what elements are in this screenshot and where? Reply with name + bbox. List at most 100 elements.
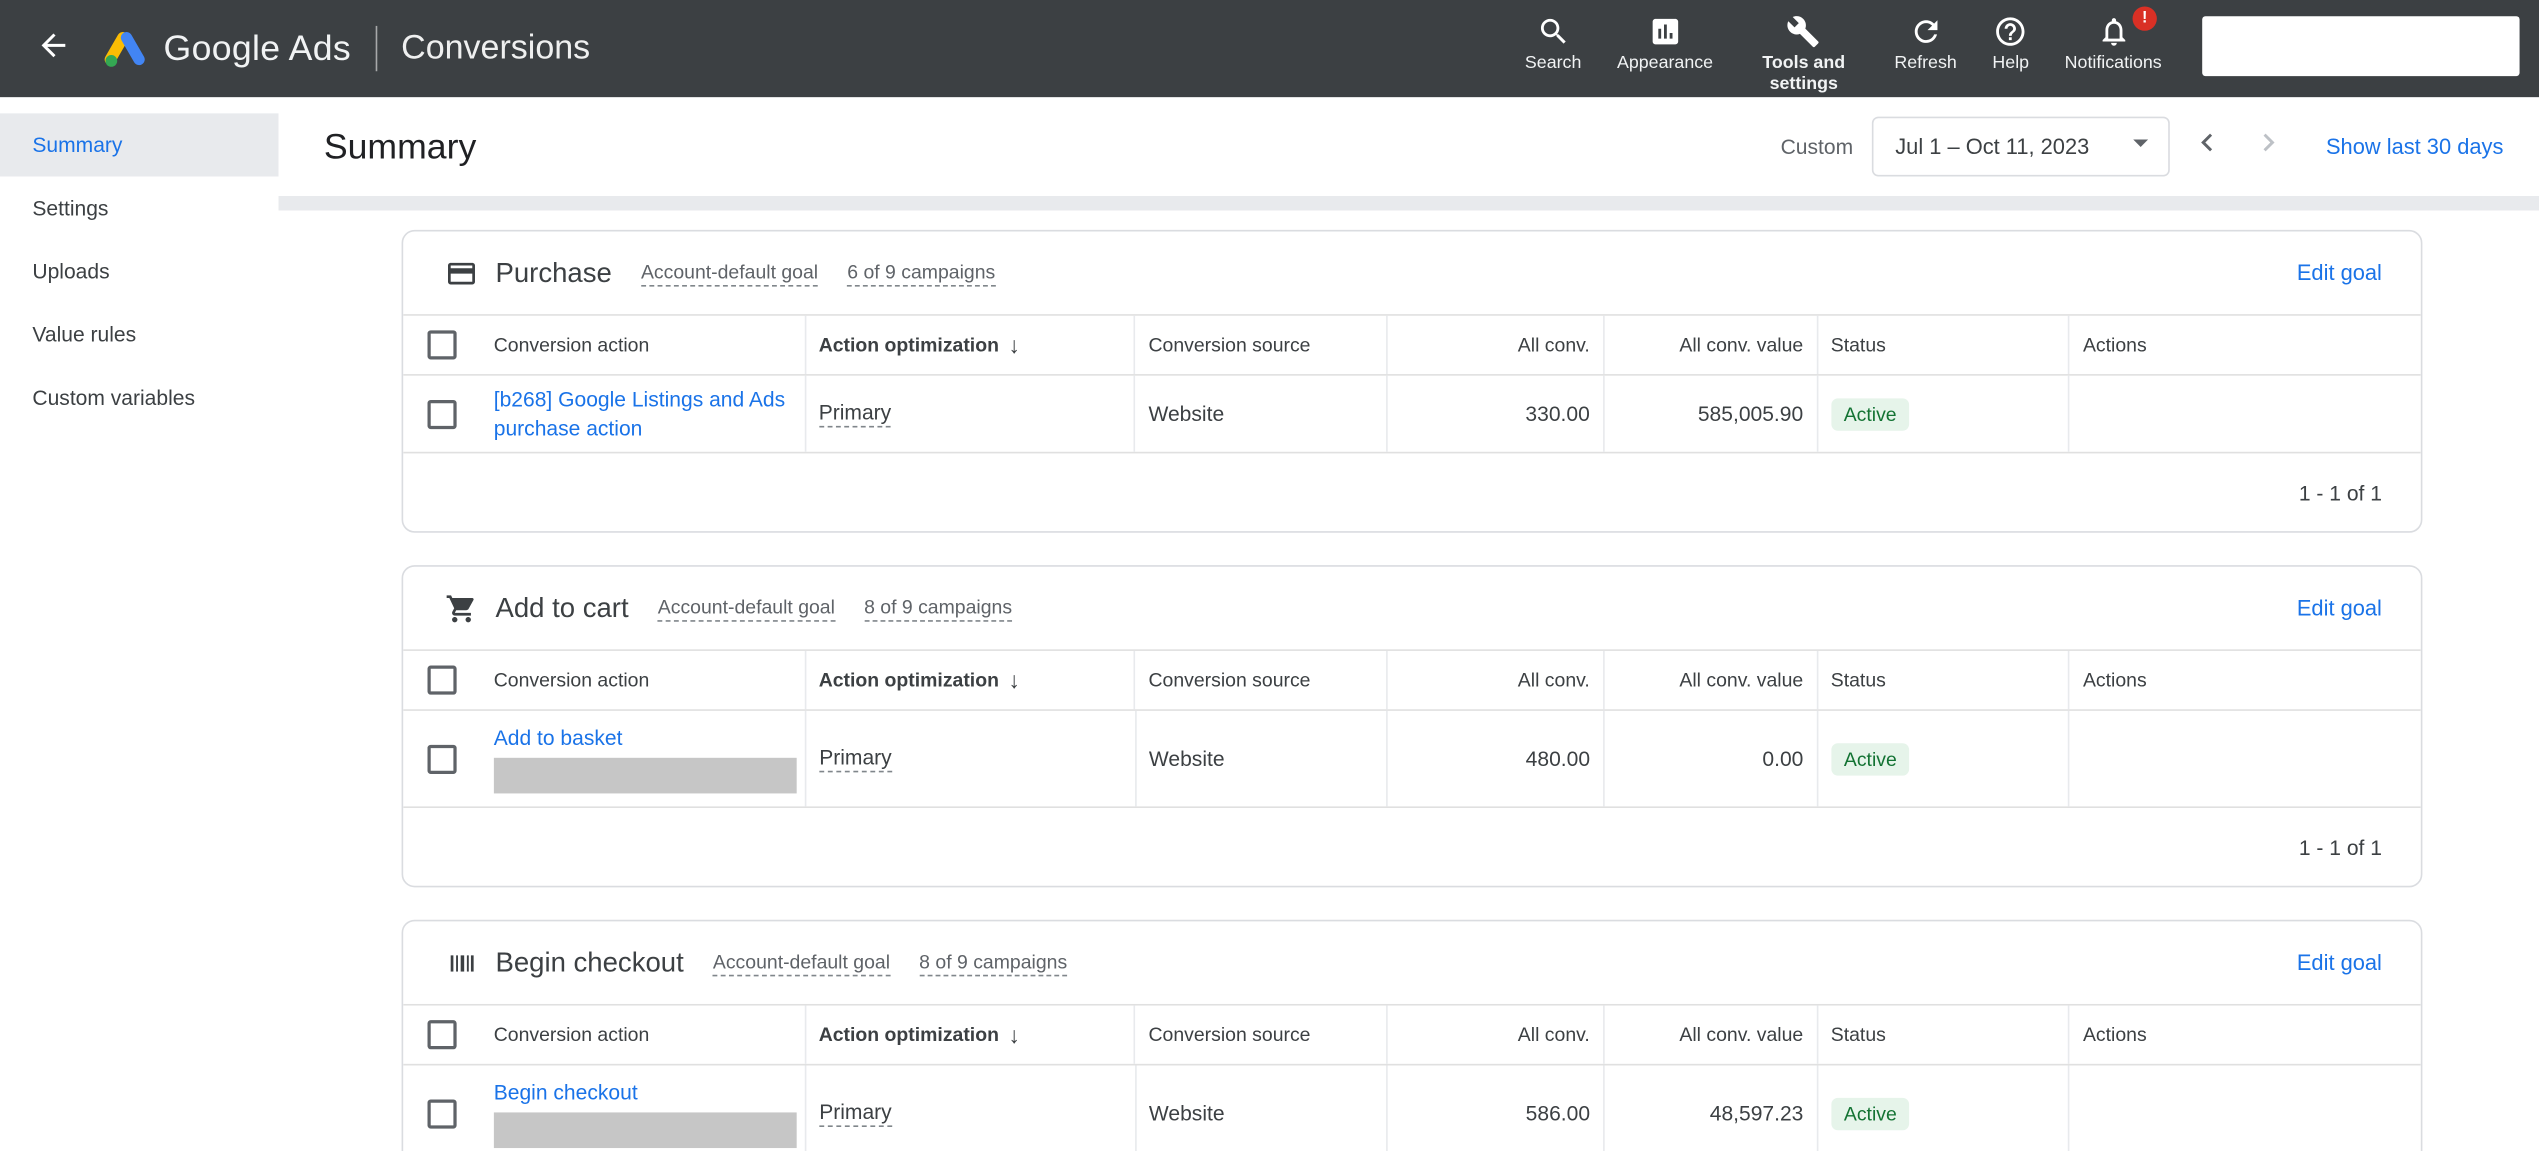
sidebar-item-value-rules[interactable]: Value rules <box>0 303 279 366</box>
column-header-conversion-source[interactable]: Conversion source <box>1134 1006 1386 1064</box>
column-header-action-optimization[interactable]: Action optimization↓ <box>804 316 1134 374</box>
search-button[interactable]: Search <box>1507 11 1599 74</box>
sort-descending-icon: ↓ <box>1009 667 1020 693</box>
column-header-conversion-action[interactable]: Conversion action <box>481 1006 804 1064</box>
previous-period-button[interactable] <box>2187 125 2229 167</box>
column-header-conversion-source[interactable]: Conversion source <box>1134 316 1386 374</box>
column-header-actions[interactable]: Actions <box>2068 316 2420 374</box>
purchase-icon <box>445 257 477 289</box>
edit-goal-link[interactable]: Edit goal <box>2297 261 2382 285</box>
column-header-action-optimization[interactable]: Action optimization ↓ <box>804 1006 1134 1064</box>
help-icon <box>1994 11 2028 50</box>
table-row: Begin checkout Primary Website 586.00 48… <box>403 1065 2421 1151</box>
status-badge: Active <box>1831 742 1910 774</box>
goal-campaigns-link[interactable]: 6 of 9 campaigns <box>847 260 995 286</box>
conversion-action-link[interactable]: [b268] Google Listings and Ads purchase … <box>494 385 791 442</box>
wrench-icon <box>1787 11 1821 50</box>
goal-campaigns-link[interactable]: 8 of 9 campaigns <box>919 950 1067 976</box>
redacted-text-block <box>494 1113 797 1149</box>
column-header-all-conv[interactable]: All conv. <box>1386 1006 1603 1064</box>
pagination-row: 1 - 1 of 1 <box>403 808 2421 886</box>
sort-descending-icon: ↓ <box>1009 1022 1020 1048</box>
status-cell: Active <box>1816 1065 2068 1151</box>
notifications-button[interactable]: ! Notifications <box>2047 11 2180 74</box>
select-all-checkbox[interactable] <box>427 330 456 359</box>
goal-name: Add to cart <box>495 592 628 624</box>
actions-cell <box>2068 376 2420 452</box>
optimization-cell: Primary <box>805 711 1135 807</box>
column-header-conversion-action[interactable]: Conversion action <box>481 316 804 374</box>
column-header-actions[interactable]: Actions <box>2068 651 2420 709</box>
goal-type-label[interactable]: Account-default goal <box>641 260 818 286</box>
topbar-divider <box>375 26 377 71</box>
select-all-checkbox[interactable] <box>427 666 456 695</box>
sidebar-item-summary[interactable]: Summary <box>0 113 279 176</box>
all-conv-cell: 480.00 <box>1386 711 1603 807</box>
column-header-conversion-source[interactable]: Conversion source <box>1134 651 1386 709</box>
table-header-row: Conversion action Action optimization↓ C… <box>403 314 2421 376</box>
conversion-action-link[interactable]: Add to basket <box>494 723 797 751</box>
sidebar-item-settings[interactable]: Settings <box>0 176 279 239</box>
appearance-label: Appearance <box>1617 53 1713 74</box>
goal-type-label[interactable]: Account-default goal <box>658 595 835 621</box>
goal-type-label[interactable]: Account-default goal <box>713 950 890 976</box>
column-header-action-optimization[interactable]: Action optimization↓ <box>804 651 1134 709</box>
topbar: Google Ads Conversions Search Appearance <box>0 0 2539 97</box>
show-last-30-days-link[interactable]: Show last 30 days <box>2326 134 2503 158</box>
actions-cell <box>2068 1065 2420 1151</box>
sidebar: Summary Settings Uploads Value rules Cus… <box>0 97 279 1151</box>
column-header-status[interactable]: Status <box>1816 651 2068 709</box>
edit-goal-link[interactable]: Edit goal <box>2297 596 2382 620</box>
optimization-value[interactable]: Primary <box>819 1099 892 1127</box>
checkout-barcode-icon <box>445 946 477 978</box>
optimization-value[interactable]: Primary <box>819 745 892 773</box>
source-cell: Website <box>1134 1065 1386 1151</box>
column-header-status[interactable]: Status <box>1816 1006 2068 1064</box>
status-badge: Active <box>1831 398 1910 430</box>
column-header-all-conv[interactable]: All conv. <box>1386 316 1603 374</box>
goal-campaigns-link[interactable]: 8 of 9 campaigns <box>864 595 1012 621</box>
appearance-button[interactable]: Appearance <box>1599 11 1731 74</box>
chevron-right-icon <box>2251 125 2287 169</box>
row-checkbox[interactable] <box>427 744 456 773</box>
conversion-action-link[interactable]: Begin checkout <box>494 1078 797 1106</box>
table-row: Add to basket Primary Website 480.00 0.0… <box>403 711 2421 808</box>
redacted-text-block <box>494 758 797 794</box>
edit-goal-link[interactable]: Edit goal <box>2297 951 2382 975</box>
all-conv-cell: 330.00 <box>1386 376 1603 452</box>
row-checkbox[interactable] <box>427 1099 456 1128</box>
select-all-checkbox[interactable] <box>427 1020 456 1049</box>
page-title: Summary <box>324 125 476 167</box>
account-info-redacted <box>2202 16 2519 76</box>
column-header-label: Action optimization <box>819 1023 999 1046</box>
column-header-conversion-action[interactable]: Conversion action <box>481 651 804 709</box>
sidebar-item-uploads[interactable]: Uploads <box>0 240 279 303</box>
all-conv-value-cell: 0.00 <box>1603 711 1816 807</box>
back-button[interactable] <box>32 28 74 70</box>
help-button[interactable]: Help <box>1975 11 2047 74</box>
sidebar-item-custom-variables[interactable]: Custom variables <box>0 366 279 429</box>
column-header-status[interactable]: Status <box>1816 316 2068 374</box>
date-mode-label: Custom <box>1781 134 1854 158</box>
column-header-all-conv-value[interactable]: All conv. value <box>1603 316 1816 374</box>
status-badge: Active <box>1831 1097 1910 1129</box>
conversion-action-cell: [b268] Google Listings and Ads purchase … <box>481 376 804 452</box>
next-period-button[interactable] <box>2248 125 2290 167</box>
column-header-all-conv-value[interactable]: All conv. value <box>1603 651 1816 709</box>
refresh-button[interactable]: Refresh <box>1877 11 1975 74</box>
tools-and-settings-button[interactable]: Tools and settings <box>1731 11 1877 96</box>
goal-card-header: Begin checkout Account-default goal 8 of… <box>403 921 2421 1004</box>
goal-card-header: Purchase Account-default goal 6 of 9 cam… <box>403 232 2421 315</box>
column-header-all-conv-value[interactable]: All conv. value <box>1603 1006 1816 1064</box>
goal-card-purchase: Purchase Account-default goal 6 of 9 cam… <box>402 230 2423 533</box>
row-checkbox[interactable] <box>427 399 456 428</box>
date-range-dropdown[interactable]: Jul 1 – Oct 11, 2023 <box>1873 117 2171 177</box>
all-conv-value-cell: 48,597.23 <box>1603 1065 1816 1151</box>
table-header-row: Conversion action Action optimization ↓ C… <box>403 1004 2421 1066</box>
table-row: [b268] Google Listings and Ads purchase … <box>403 376 2421 454</box>
column-header-actions[interactable]: Actions <box>2068 1006 2420 1064</box>
column-header-all-conv[interactable]: All conv. <box>1386 651 1603 709</box>
optimization-value[interactable]: Primary <box>819 400 892 428</box>
google-ads-logo-icon <box>100 26 149 71</box>
goal-card-add-to-cart: Add to cart Account-default goal 8 of 9 … <box>402 565 2423 887</box>
